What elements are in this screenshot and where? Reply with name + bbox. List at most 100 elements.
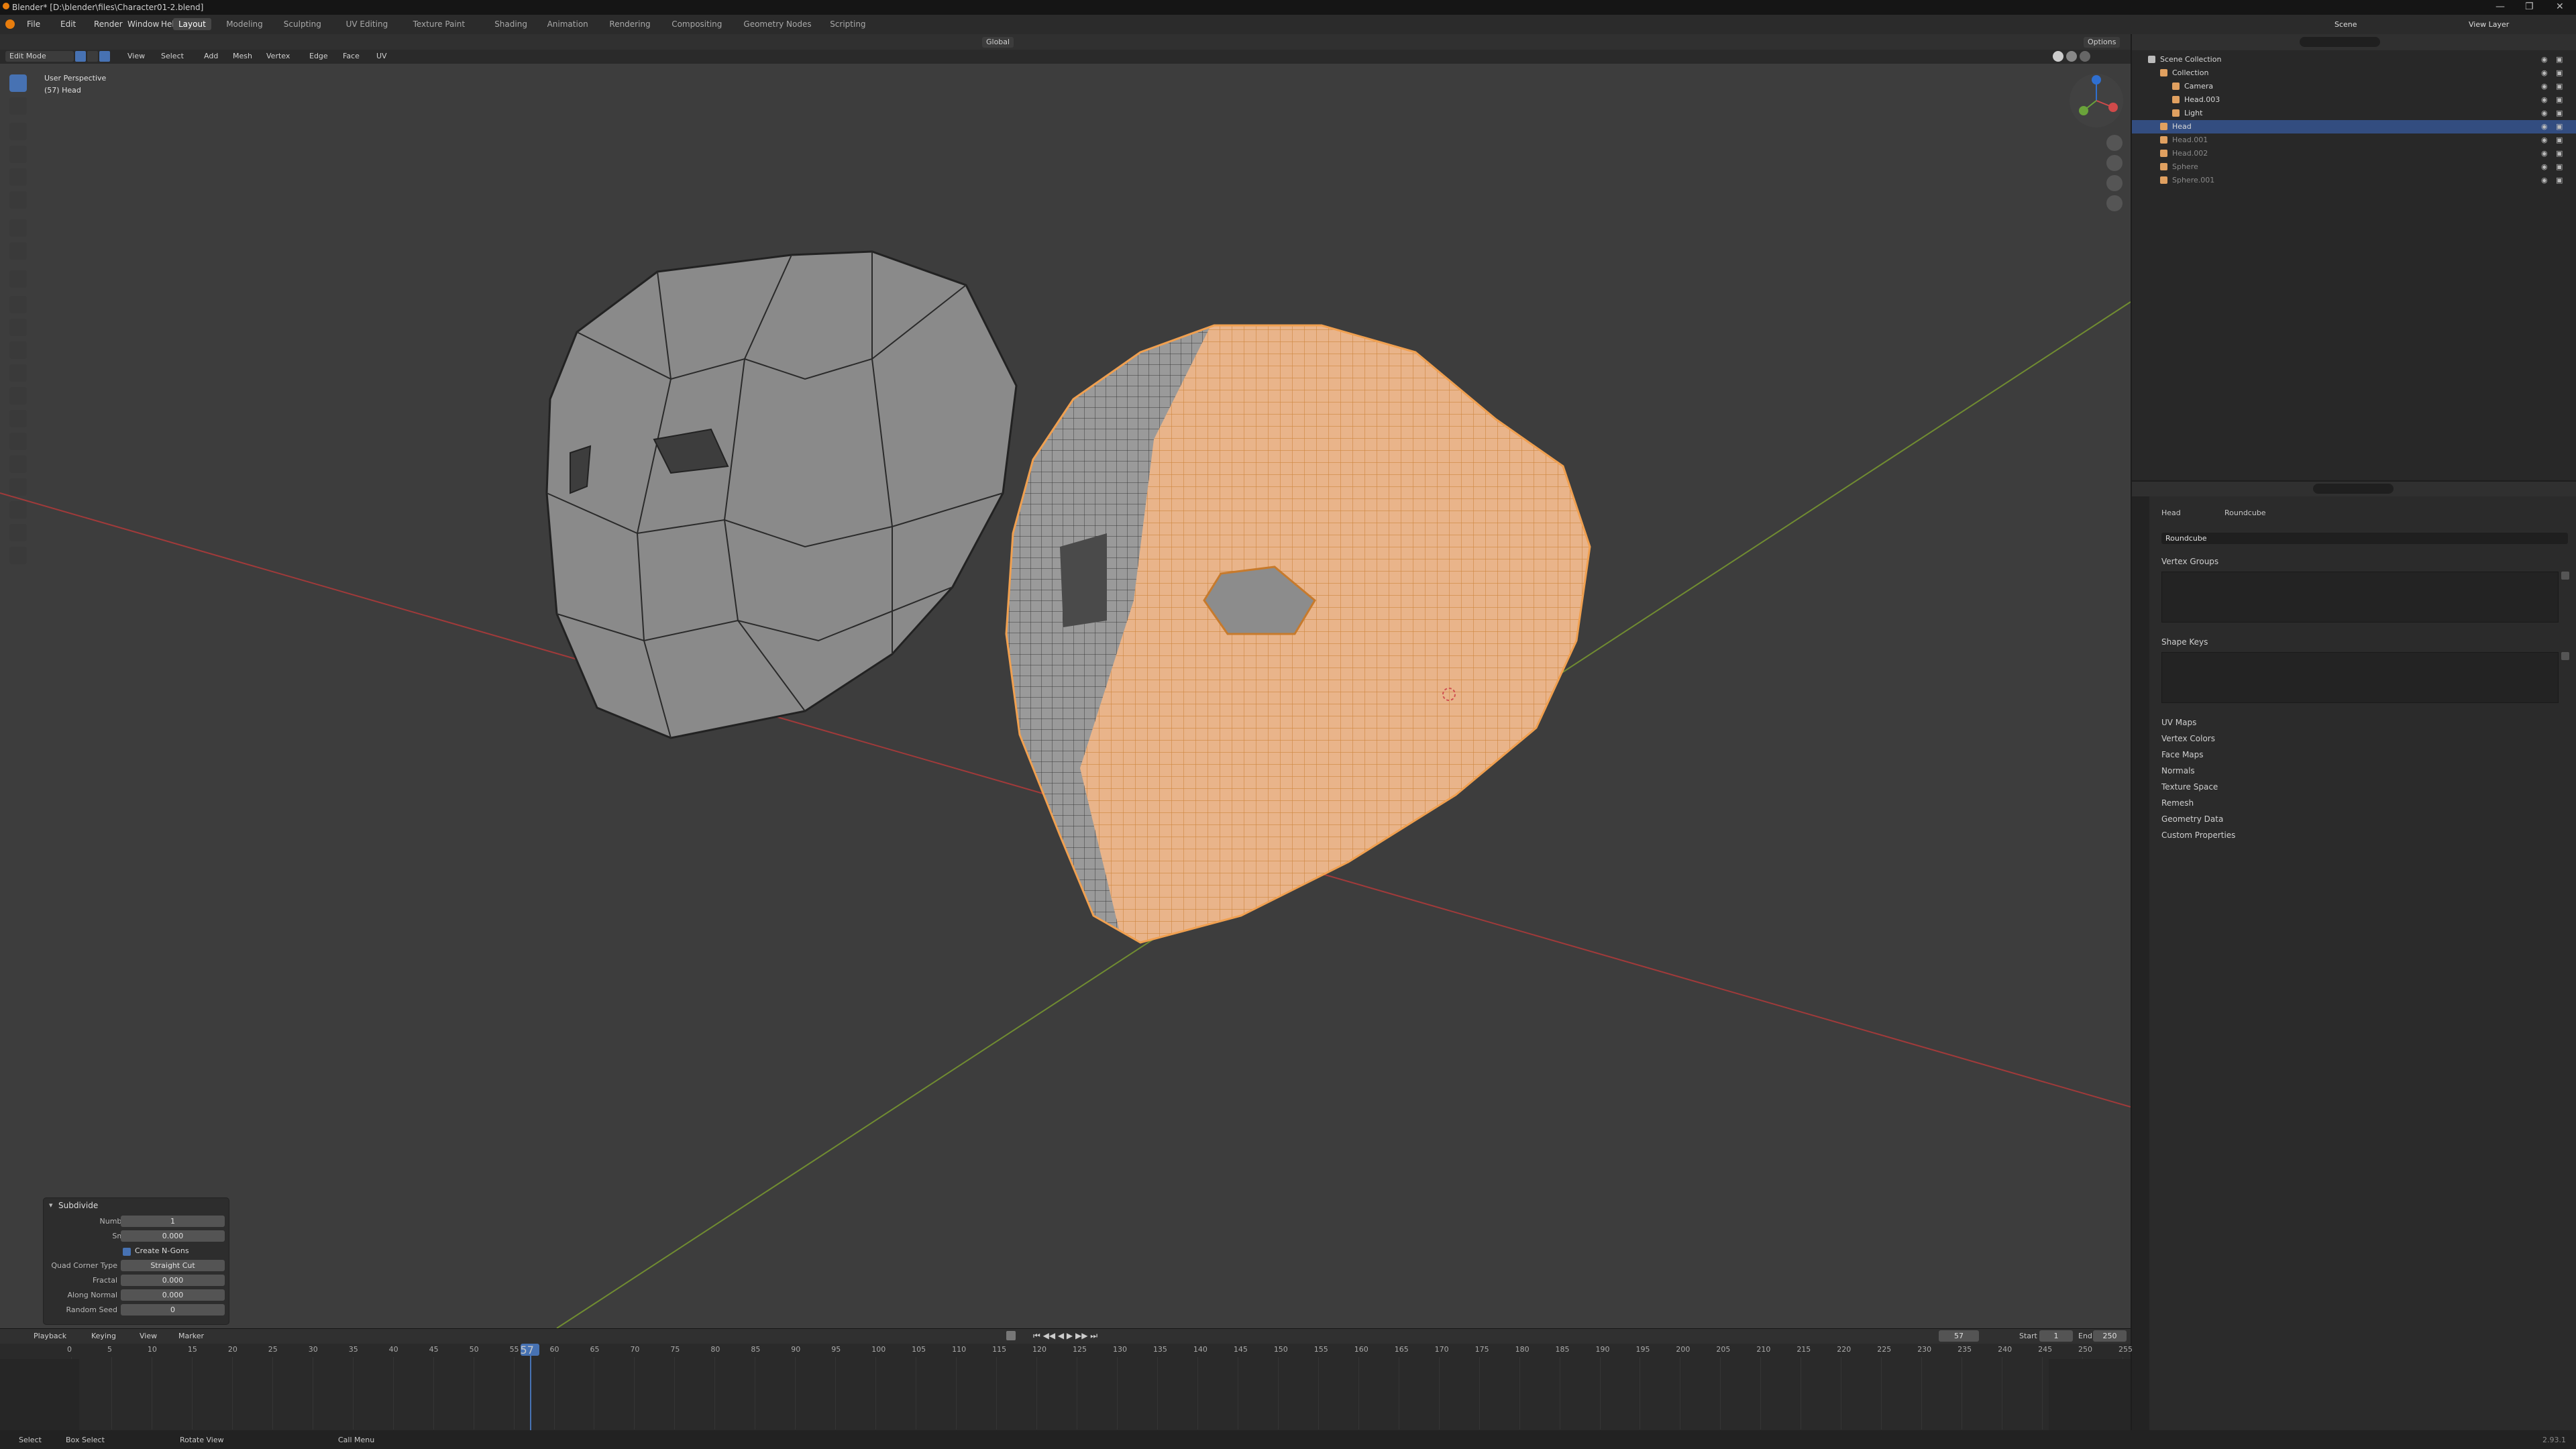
bevel-tool[interactable]: [9, 341, 27, 359]
panel-list-vertex-groups[interactable]: [2161, 572, 2559, 623]
edge-select-icon[interactable]: [87, 51, 98, 62]
tab-sculpting[interactable]: Sculpting: [278, 18, 327, 30]
end-frame-field[interactable]: 250: [2093, 1330, 2127, 1342]
render-camera-icon[interactable]: ▣: [2556, 176, 2563, 184]
panel-header-custom-properties[interactable]: Custom Properties: [2161, 830, 2235, 840]
tab-geometry-nodes[interactable]: Geometry Nodes: [738, 18, 816, 30]
menu-render[interactable]: Render: [94, 19, 123, 29]
panel-list-shape-keys[interactable]: [2161, 652, 2559, 703]
rip-region-tool[interactable]: [9, 547, 27, 564]
mesh-datablock-field[interactable]: Roundcube: [2161, 533, 2568, 544]
extrude-tool[interactable]: [9, 296, 27, 313]
tab-modeling[interactable]: Modeling: [221, 18, 268, 30]
timeline-menu-view[interactable]: View: [140, 1332, 157, 1340]
options-dropdown[interactable]: Options: [2084, 37, 2121, 48]
cursor-tool[interactable]: [9, 97, 27, 115]
viewport-menu-uv[interactable]: UV: [376, 52, 387, 60]
tab-scripting[interactable]: Scripting: [824, 18, 871, 30]
panel-header-uv-maps[interactable]: UV Maps: [2161, 718, 2196, 727]
transform-orientation-dropdown[interactable]: Global: [982, 37, 1014, 48]
3d-viewport[interactable]: User Perspective (57) Head ▾ Subdivide N…: [0, 64, 2131, 1328]
visibility-eye-icon[interactable]: ◉: [2541, 149, 2548, 158]
select-box-tool[interactable]: [9, 74, 27, 92]
add-icon[interactable]: [2561, 652, 2569, 660]
menu-file[interactable]: File: [27, 19, 40, 29]
operator-field-along-normal[interactable]: 0.000: [121, 1289, 225, 1301]
maximize-icon[interactable]: ❐: [2525, 1, 2534, 12]
outliner-row[interactable]: Head ◉ ▣: [2132, 120, 2576, 133]
tab-layout[interactable]: Layout: [173, 18, 211, 30]
shrink-fatten-tool[interactable]: [9, 501, 27, 519]
panel-header-texture-space[interactable]: Texture Space: [2161, 782, 2218, 792]
panel-header-face-maps[interactable]: Face Maps: [2161, 750, 2204, 759]
outliner-row[interactable]: Scene Collection ◉ ▣: [2132, 53, 2576, 66]
render-camera-icon[interactable]: ▣: [2556, 82, 2563, 91]
scale-tool[interactable]: [9, 168, 27, 186]
operator-field-smoothness[interactable]: 0.000: [121, 1230, 225, 1242]
close-icon[interactable]: ✕: [2556, 1, 2564, 12]
viewport-menu-view[interactable]: View: [127, 52, 145, 60]
edge-slide-tool[interactable]: [9, 478, 27, 496]
timeline-menu-keying[interactable]: Keying: [91, 1332, 116, 1340]
viewport-menu-select[interactable]: Select: [161, 52, 184, 60]
collapse-icon[interactable]: ▾: [49, 1201, 53, 1210]
playhead-handle[interactable]: 57: [520, 1344, 539, 1356]
tab-texture-paint[interactable]: Texture Paint: [408, 18, 470, 30]
operator-field-quad-corner-type[interactable]: Straight Cut: [121, 1260, 225, 1271]
navigation-gizmo[interactable]: [2066, 70, 2127, 131]
outliner-row[interactable]: Light ◉ ▣: [2132, 107, 2576, 120]
spin-tool[interactable]: [9, 433, 27, 450]
playhead-line[interactable]: [529, 1356, 531, 1431]
visibility-eye-icon[interactable]: ◉: [2541, 136, 2548, 144]
tab-rendering[interactable]: Rendering: [604, 18, 655, 30]
timeline-frames[interactable]: 0 5 10 15 20 25 30 35 40 45 50 55 60 65 70 75 80 85 90 95 10…: [0, 1344, 2133, 1431]
minimize-icon[interactable]: —: [2496, 1, 2505, 12]
rendered-shading-icon[interactable]: [2080, 51, 2090, 62]
vertex-select-icon[interactable]: [75, 51, 86, 62]
outliner-row[interactable]: Head.002 ◉ ▣: [2132, 147, 2576, 160]
render-camera-icon[interactable]: ▣: [2556, 95, 2563, 104]
outliner-row[interactable]: Camera ◉ ▣: [2132, 80, 2576, 93]
viewport-menu-add[interactable]: Add: [204, 52, 218, 60]
smooth-tool[interactable]: [9, 455, 27, 473]
blender-menu-icon[interactable]: [5, 19, 15, 29]
start-frame-field[interactable]: 1: [2039, 1330, 2073, 1342]
subdivided-head-mesh[interactable]: [1000, 319, 1610, 963]
shear-tool[interactable]: [9, 524, 27, 541]
render-camera-icon[interactable]: ▣: [2556, 149, 2563, 158]
visibility-eye-icon[interactable]: ◉: [2541, 95, 2548, 104]
tab-compositing[interactable]: Compositing: [666, 18, 727, 30]
render-camera-icon[interactable]: ▣: [2556, 122, 2563, 131]
add-icon[interactable]: [2561, 572, 2569, 580]
render-camera-icon[interactable]: ▣: [2556, 109, 2563, 117]
face-select-icon[interactable]: [99, 51, 110, 62]
add-cube-tool[interactable]: [9, 270, 27, 288]
transform-tool[interactable]: [9, 191, 27, 209]
outliner-search-input[interactable]: [2300, 37, 2380, 47]
menu-edit[interactable]: Edit: [60, 19, 76, 29]
outliner-row[interactable]: Head.003 ◉ ▣: [2132, 93, 2576, 107]
measure-tool[interactable]: [9, 242, 27, 260]
menu-window[interactable]: Window: [127, 19, 159, 29]
mode-dropdown[interactable]: Edit Mode: [5, 51, 74, 62]
panel-header-normals[interactable]: Normals: [2161, 766, 2195, 775]
visibility-eye-icon[interactable]: ◉: [2541, 55, 2548, 64]
camera-view-icon[interactable]: [2106, 175, 2123, 191]
material-shading-icon[interactable]: [2066, 51, 2077, 62]
operator-field-fractal[interactable]: 0.000: [121, 1275, 225, 1286]
visibility-eye-icon[interactable]: ◉: [2541, 176, 2548, 184]
timeline-menu-marker[interactable]: Marker: [178, 1332, 204, 1340]
visibility-eye-icon[interactable]: ◉: [2541, 109, 2548, 117]
inset-tool[interactable]: [9, 319, 27, 336]
create-ngons-checkbox[interactable]: [123, 1248, 131, 1256]
render-camera-icon[interactable]: ▣: [2556, 55, 2563, 64]
zoom-icon[interactable]: [2106, 135, 2123, 151]
viewport-menu-edge[interactable]: Edge: [309, 52, 328, 60]
low-poly-head-mesh[interactable]: [545, 250, 1018, 739]
outliner-row[interactable]: Sphere ◉ ▣: [2132, 160, 2576, 174]
outliner-row[interactable]: Sphere.001 ◉ ▣: [2132, 174, 2576, 187]
operator-field-random-seed[interactable]: 0: [121, 1304, 225, 1316]
visibility-eye-icon[interactable]: ◉: [2541, 68, 2548, 77]
outliner-row[interactable]: Head.001 ◉ ▣: [2132, 133, 2576, 147]
tab-uv-editing[interactable]: UV Editing: [341, 18, 394, 30]
